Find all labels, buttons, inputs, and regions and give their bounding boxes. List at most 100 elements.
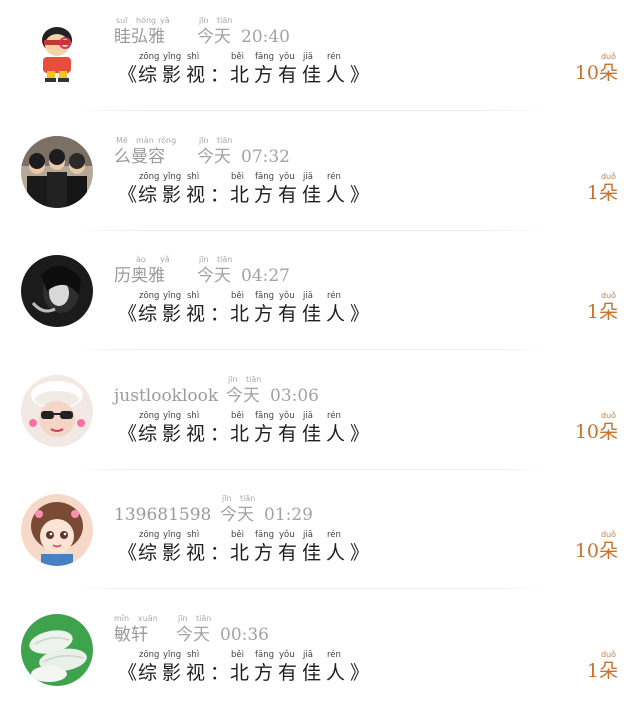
list-item[interactable]: suī hóng yǎ 眭弘雅 jīn tiān 今天 20:40 《 zōng 综… bbox=[0, 0, 640, 120]
time-label-pinyin: jīn bbox=[178, 614, 188, 623]
gift-title-pinyin: jiā bbox=[303, 52, 313, 62]
gift-title-char: 《 bbox=[118, 303, 138, 325]
gift-record-list: suī hóng yǎ 眭弘雅 jīn tiān 今天 20:40 《 zōng 综… bbox=[0, 0, 640, 707]
avatar[interactable] bbox=[21, 136, 93, 208]
gift-title-char: 影 bbox=[162, 662, 182, 684]
avatar-anime-girl-image bbox=[21, 494, 93, 566]
gift-title-char: 》 bbox=[350, 64, 370, 86]
name-pinyin: xuān bbox=[138, 614, 158, 623]
gift-title-char: 人 bbox=[326, 423, 346, 445]
time-label-pinyin: tiān bbox=[246, 375, 262, 384]
gift-title-pinyin: jiā bbox=[303, 411, 313, 421]
gift-title-char: ： bbox=[210, 542, 230, 564]
gift-title-pinyin: rén bbox=[327, 411, 341, 421]
gift-title-char: 北 bbox=[230, 303, 250, 325]
gift-title-char: 综 bbox=[138, 303, 158, 325]
timestamp: 01:29 bbox=[264, 505, 313, 525]
gift-title-pinyin: jiā bbox=[303, 530, 313, 540]
avatar[interactable] bbox=[21, 494, 93, 566]
gift-quantity: duǒ 1朵 bbox=[562, 291, 618, 327]
gift-title-char: 有 bbox=[278, 662, 298, 684]
time-label: 今天 bbox=[220, 505, 254, 525]
list-item[interactable]: justlooklook jīn tiān 今天 03:06 《 zōng 综 yǐn… bbox=[0, 359, 640, 479]
gift-title-char: 《 bbox=[118, 64, 138, 86]
time-label-pinyin: tiān bbox=[196, 614, 212, 623]
gift-title-char: 北 bbox=[230, 542, 250, 564]
gift-title-char: 佳 bbox=[302, 662, 322, 684]
list-item[interactable]: ào yǎ 历奥雅 jīn tiān 今天 04:27 《 zōng 综 yǐng 影 s… bbox=[0, 239, 640, 359]
gift-title-pinyin: fāng bbox=[255, 650, 274, 660]
list-item[interactable]: Mē màn róng 么曼容 jīn tiān 今天 07:32 《 zōng 综… bbox=[0, 120, 640, 240]
gift-title-pinyin: yǒu bbox=[279, 411, 295, 421]
gift-title-char: 方 bbox=[254, 184, 274, 206]
time-label-pinyin: tiān bbox=[217, 255, 233, 264]
gift-title-pinyin: zōng bbox=[139, 411, 160, 421]
sender-name: 么曼容 bbox=[114, 147, 165, 167]
quantity-value: 10朵 bbox=[574, 421, 618, 443]
gift-quantity: duǒ 10朵 bbox=[562, 52, 618, 88]
time-label: 今天 bbox=[197, 147, 231, 167]
avatar-group-photo-image bbox=[21, 136, 93, 208]
gift-title-pinyin: rén bbox=[327, 530, 341, 540]
avatar[interactable] bbox=[21, 614, 93, 686]
gift-title-pinyin: běi bbox=[231, 52, 244, 62]
time-label-pinyin: jīn bbox=[199, 136, 209, 145]
gift-title-char: 》 bbox=[350, 662, 370, 684]
gift-title-pinyin: yǒu bbox=[279, 530, 295, 540]
gift-title-pinyin: yǐng bbox=[163, 291, 182, 301]
gift-title-pinyin: yǐng bbox=[163, 411, 182, 421]
time-label: 今天 bbox=[197, 27, 231, 47]
avatar-cartoon-boy-image bbox=[21, 16, 93, 88]
sender-name: 眭弘雅 bbox=[114, 27, 165, 47]
avatar[interactable] bbox=[21, 255, 93, 327]
name-pinyin: ào bbox=[136, 255, 146, 264]
quantity-value: 1朵 bbox=[586, 301, 618, 323]
name-pinyin: yǎ bbox=[160, 16, 170, 25]
gift-title-pinyin: shì bbox=[187, 530, 200, 540]
list-item[interactable]: mǐn xuān 敏轩 jīn tiān 今天 00:36 《 zōng 综 yǐng… bbox=[0, 598, 640, 718]
gift-title-char: 人 bbox=[326, 64, 346, 86]
avatar[interactable] bbox=[21, 375, 93, 447]
divider bbox=[70, 349, 550, 350]
gift-title-char: 》 bbox=[350, 303, 370, 325]
gift-title-char: 影 bbox=[162, 303, 182, 325]
gift-title-char: 》 bbox=[350, 542, 370, 564]
gift-title-pinyin: fāng bbox=[255, 530, 274, 540]
quantity-value: 10朵 bbox=[574, 540, 618, 562]
gift-title-char: ： bbox=[210, 423, 230, 445]
gift-title-char: ： bbox=[210, 64, 230, 86]
gift-title-pinyin: yǐng bbox=[163, 52, 182, 62]
quantity-value: 1朵 bbox=[586, 182, 618, 204]
name-pinyin: yǎ bbox=[160, 255, 170, 264]
quantity-value: 1朵 bbox=[586, 660, 618, 682]
quantity-value: 10朵 bbox=[574, 62, 618, 84]
gift-title-char: ： bbox=[210, 303, 230, 325]
gift-title-char: 视 bbox=[186, 64, 206, 86]
gift-title-char: 北 bbox=[230, 662, 250, 684]
time-label-pinyin: jīn bbox=[228, 375, 238, 384]
gift-title-pinyin: rén bbox=[327, 52, 341, 62]
list-item[interactable]: 139681598 jīn tiān 今天 01:29 《 zōng 综 yǐng 影 s… bbox=[0, 478, 640, 598]
gift-title-char: 人 bbox=[326, 542, 346, 564]
gift-title-pinyin: běi bbox=[231, 411, 244, 421]
gift-title-pinyin: běi bbox=[231, 530, 244, 540]
gift-title-pinyin: fāng bbox=[255, 411, 274, 421]
gift-title-pinyin: fāng bbox=[255, 52, 274, 62]
avatar[interactable] bbox=[21, 16, 93, 88]
gift-title-pinyin: běi bbox=[231, 172, 244, 182]
timestamp: 04:27 bbox=[241, 266, 290, 286]
gift-title-char: 影 bbox=[162, 542, 182, 564]
gift-title-char: 人 bbox=[326, 662, 346, 684]
gift-title-char: 有 bbox=[278, 542, 298, 564]
gift-title-char: 方 bbox=[254, 303, 274, 325]
gift-title-pinyin: jiā bbox=[303, 172, 313, 182]
gift-title-pinyin: rén bbox=[327, 291, 341, 301]
gift-title-char: 方 bbox=[254, 542, 274, 564]
gift-title-char: 》 bbox=[350, 184, 370, 206]
gift-title-char: 《 bbox=[118, 423, 138, 445]
gift-title-char: ： bbox=[210, 662, 230, 684]
gift-title-pinyin: rén bbox=[327, 650, 341, 660]
time-label-pinyin: tiān bbox=[217, 16, 233, 25]
gift-title-char: 《 bbox=[118, 542, 138, 564]
gift-title-char: 《 bbox=[118, 184, 138, 206]
